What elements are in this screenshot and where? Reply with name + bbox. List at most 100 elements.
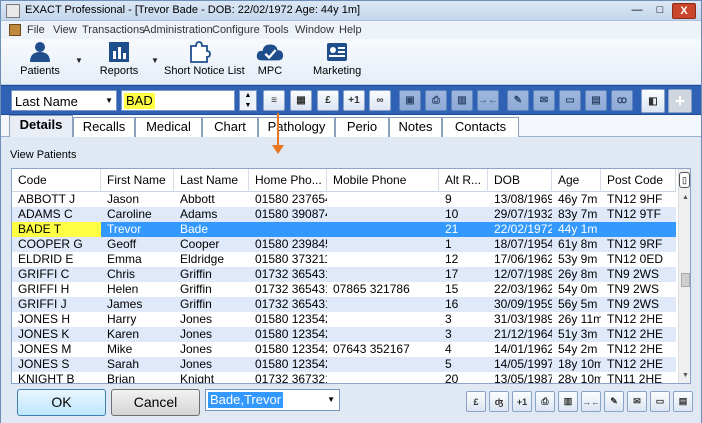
tab-perio[interactable]: Perio (335, 117, 389, 137)
reports-button[interactable]: Reports (97, 41, 141, 77)
scroll-up-icon[interactable]: ▲ (679, 191, 690, 205)
link-button[interactable]: ∞ (369, 90, 391, 111)
col-header-code[interactable]: Code (12, 169, 101, 192)
people-button[interactable]: ꝏ (611, 90, 633, 111)
spin-down-icon[interactable]: ▼ (240, 101, 256, 111)
search-spinner[interactable]: ▲ ▼ (239, 90, 257, 111)
tab-notes[interactable]: Notes (389, 117, 442, 137)
minimize-button[interactable]: — (626, 3, 648, 19)
print-button[interactable]: ⎙ (425, 90, 447, 111)
table-row[interactable]: JONES M Mike Jones 01580 123542 07643 352167… (12, 342, 676, 357)
patients-button[interactable]: Patients (17, 41, 63, 77)
maximize-button[interactable]: □ (650, 3, 670, 19)
scroll-thumb[interactable] (681, 273, 690, 287)
add-patient-button[interactable]: + (668, 89, 692, 113)
reports-dropdown-arrow[interactable]: ▼ (151, 56, 159, 65)
table-row[interactable]: JONES H Harry Jones 01580 123542 3 31/03/1989… (12, 312, 676, 327)
card-button[interactable]: ▭ (559, 90, 581, 111)
menu-tools[interactable]: Tools (263, 24, 289, 36)
bottom-print-button[interactable]: ⎙ (535, 391, 555, 412)
note-button[interactable]: ▤ (585, 90, 607, 111)
table-row[interactable]: COOPER G Geoff Cooper 01580 239845 1 18/07/19… (12, 237, 676, 252)
tab-chart[interactable]: Chart (202, 117, 258, 137)
bottom-account-button[interactable]: £ (466, 391, 486, 412)
merge-button[interactable]: →← (477, 90, 499, 111)
plus-one-button[interactable]: +1 (343, 90, 365, 111)
bottom-edit-button[interactable]: ✎ (604, 391, 624, 412)
table-row[interactable]: KNIGHT B Brian Knight 01732 367321 20 13/05/1… (12, 372, 676, 384)
cancel-button[interactable]: Cancel (111, 389, 200, 416)
bottom-delete-button[interactable]: ▥ (558, 391, 578, 412)
trash-icon: ▥ (563, 396, 573, 406)
list-view-button[interactable]: ≡ (263, 90, 285, 111)
menu-view[interactable]: View (53, 24, 77, 36)
search-toolbar: Last Name ▼ BAD ▲ ▼ ≡ ▦ £ +1 ∞ ▣ ⎙ ▥ →← … (1, 85, 701, 115)
menu-transactions[interactable]: Transactions (82, 24, 145, 36)
cell-code: JONES M (18, 342, 72, 356)
selected-patient-select[interactable]: Bade,Trevor ▼ (205, 389, 340, 411)
search-input[interactable]: BAD (121, 90, 235, 111)
menu-help[interactable]: Help (339, 24, 362, 36)
col-header-dob[interactable]: DOB (488, 169, 552, 192)
tab-recalls[interactable]: Recalls (73, 117, 135, 137)
col-header-home-phone[interactable]: Home Pho... (249, 169, 327, 192)
close-button[interactable]: X (672, 3, 696, 19)
edit-button[interactable]: ✎ (507, 90, 529, 111)
cell-dob: 29/07/1932 (494, 207, 552, 221)
bottom-plus-one-button[interactable]: +1 (512, 391, 532, 412)
col-header-post-code[interactable]: Post Code (601, 169, 676, 192)
col-header-mobile-phone[interactable]: Mobile Phone (327, 169, 439, 192)
search-field-select[interactable]: Last Name ▼ (11, 90, 117, 111)
table-row[interactable]: JONES S Sarah Jones 01580 123542 5 14/05/1997… (12, 357, 676, 372)
bottom-card-button[interactable]: ▭ (650, 391, 670, 412)
table-row[interactable]: JONES K Karen Jones 01580 123542 3 21/12/1964… (12, 327, 676, 342)
scroll-down-icon[interactable]: ▼ (679, 369, 690, 383)
column-chooser-icon[interactable]: ▯ (679, 172, 690, 188)
letter-button[interactable]: ✉ (533, 90, 555, 111)
cell-last-name: Jones (180, 327, 213, 341)
table-row[interactable]: ELDRID E Emma Eldridge 01580 373211 12 17/06/… (12, 252, 676, 267)
marketing-button[interactable]: Marketing (313, 41, 361, 77)
save-button[interactable]: ▣ (399, 90, 421, 111)
cell-age: 28y 10m (558, 372, 601, 384)
cell-first-name: Geoff (107, 237, 137, 251)
cell-home-phone: 01580 123542 (255, 342, 327, 356)
patients-dropdown-arrow[interactable]: ▼ (75, 56, 83, 65)
tab-medical[interactable]: Medical (135, 117, 202, 137)
menu-window[interactable]: Window (295, 24, 334, 36)
family-button[interactable]: ◧ (641, 89, 665, 113)
table-row[interactable]: GRIFFI J James Griffin 01732 365431 16 30/09/… (12, 297, 676, 312)
tab-pathology[interactable]: Pathology (258, 117, 335, 137)
bottom-note-button[interactable]: ▤ (673, 391, 693, 412)
card-icon: ▭ (655, 396, 665, 406)
vertical-scrollbar[interactable]: ▲ ▼ (678, 169, 690, 383)
table-row[interactable]: GRIFFI H Helen Griffin 01732 365431 07865 32… (12, 282, 676, 297)
col-header-last-name[interactable]: Last Name (174, 169, 249, 192)
cell-last-name: Cooper (180, 237, 220, 251)
bottom-merge-button[interactable]: →← (581, 391, 601, 412)
col-header-first-name[interactable]: First Name (101, 169, 174, 192)
menu-configure[interactable]: Configure (212, 24, 260, 36)
tab-details[interactable]: Details (9, 115, 73, 137)
col-header-alt-ref[interactable]: Alt R... (439, 169, 488, 192)
spin-up-icon[interactable]: ▲ (240, 91, 256, 101)
table-row[interactable]: GRIFFI C Chris Griffin 01732 365431 17 12/07/… (12, 267, 676, 282)
delete-button[interactable]: ▥ (451, 90, 473, 111)
bottom-letter-button[interactable]: ✉ (627, 391, 647, 412)
bottom-split-button[interactable]: ʤ (489, 391, 509, 412)
table-row[interactable]: BADE T Trevor Bade 21 22/02/1972 44y 1m (12, 222, 676, 237)
ok-button[interactable]: OK (17, 389, 106, 416)
account-button[interactable]: £ (317, 90, 339, 111)
mpc-button[interactable]: MPC (251, 41, 289, 77)
cell-first-name: Jason (107, 192, 140, 206)
table-row[interactable]: ABBOTT J Jason Abbott 01580 237654 9 13/08/19… (12, 192, 676, 207)
menu-file[interactable]: File (27, 24, 45, 36)
table-row[interactable]: ADAMS C Caroline Adams 01580 390874 10 29/07/… (12, 207, 676, 222)
document-menu-icon[interactable] (9, 24, 21, 36)
tab-contacts[interactable]: Contacts (442, 117, 519, 137)
register-button[interactable]: ▦ (290, 90, 312, 111)
grid-header: Code First Name Last Name Home Pho... Mo… (12, 169, 676, 192)
col-header-age[interactable]: Age (552, 169, 601, 192)
menu-administration[interactable]: Administration (143, 24, 213, 36)
short-notice-list-button[interactable]: Short Notice List (164, 41, 245, 77)
